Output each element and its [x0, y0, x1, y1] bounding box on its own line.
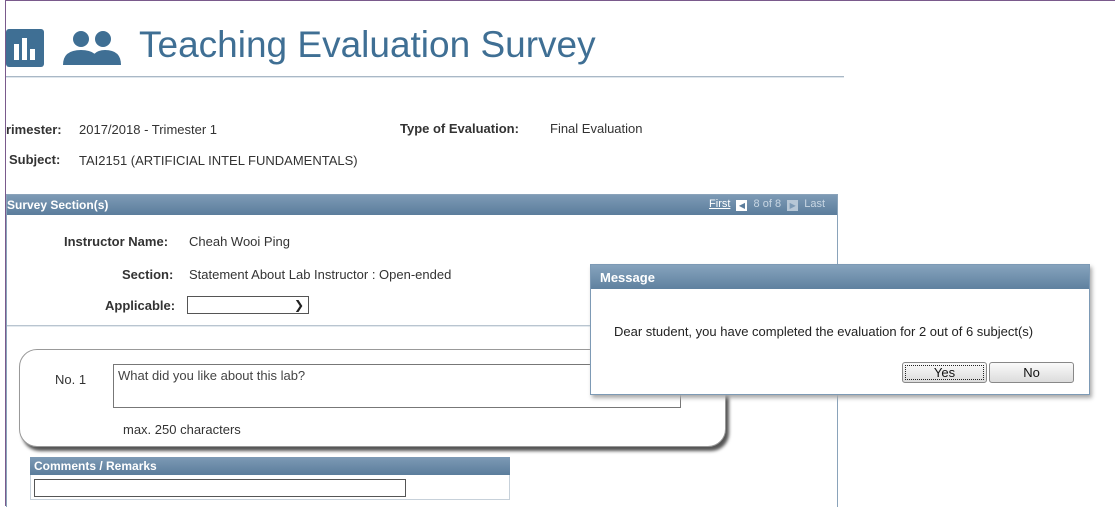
survey-panel-title: Survey Section(s)	[7, 198, 109, 212]
dialog-title: Message	[591, 265, 1089, 289]
section-pager: First ◀ 8 of 8 ▶ Last	[709, 198, 825, 211]
instructor-name-value: Cheah Wooi Ping	[189, 234, 290, 249]
trimester-label: rimester:	[6, 122, 62, 137]
no-button[interactable]: No	[989, 362, 1074, 383]
chevron-down-icon[interactable]: ❯	[294, 298, 304, 312]
subject-value: TAI2151 (ARTIFICIAL INTEL FUNDAMENTALS)	[79, 153, 358, 168]
evaluation-type-value: Final Evaluation	[550, 121, 643, 136]
previous-arrow-icon[interactable]: ◀	[736, 200, 748, 211]
trimester-value: 2017/2018 - Trimester 1	[79, 122, 218, 137]
next-arrow-icon: ▶	[787, 200, 799, 211]
yes-button[interactable]: Yes	[902, 362, 987, 383]
pager-last-link: Last	[804, 198, 825, 210]
page-header: Teaching Evaluation Survey	[6, 11, 844, 81]
title-divider	[6, 76, 844, 78]
question-number: No. 1	[55, 372, 87, 387]
section-value: Statement About Lab Instructor : Open-en…	[189, 267, 452, 282]
comments-input[interactable]	[34, 479, 406, 497]
comments-header: Comments / Remarks	[30, 457, 510, 475]
applicable-label: Applicable:	[105, 298, 176, 313]
pager-first-link[interactable]: First	[709, 198, 730, 210]
survey-panel-header: Survey Section(s) First ◀ 8 of 8 ▶ Last	[7, 195, 837, 215]
applicable-select[interactable]: ❯	[187, 296, 309, 314]
question-text: What did you like about this lab?	[118, 368, 306, 383]
dialog-message: Dear student, you have completed the eva…	[614, 324, 1034, 339]
instructor-name-label: Instructor Name:	[64, 234, 169, 249]
people-icon	[63, 31, 121, 65]
character-limit-hint: max. 250 characters	[123, 422, 241, 437]
section-label: Section:	[122, 267, 174, 282]
page-frame: Teaching Evaluation Survey rimester: 201…	[5, 0, 1115, 507]
subject-label: Subject:	[9, 152, 61, 167]
message-dialog: Message Dear student, you have completed…	[590, 264, 1090, 395]
pager-status: 8 of 8	[753, 198, 782, 210]
evaluation-type-label: Type of Evaluation:	[400, 121, 519, 136]
bar-chart-icon	[6, 29, 44, 67]
page-title: Teaching Evaluation Survey	[139, 24, 596, 65]
comments-container	[30, 475, 510, 500]
